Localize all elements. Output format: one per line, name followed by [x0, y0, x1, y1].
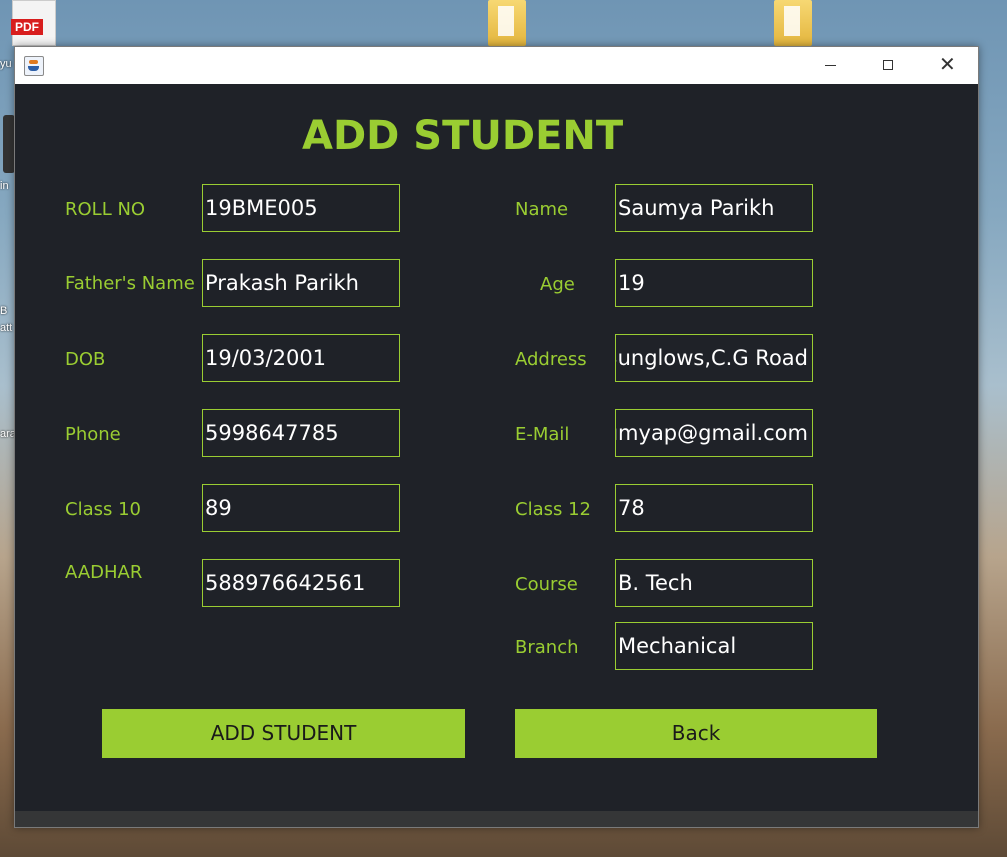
add-student-button[interactable]: ADD STUDENT	[102, 709, 465, 758]
desktop-label: in	[0, 180, 9, 192]
pdf-file-icon[interactable]: PDF	[11, 0, 56, 46]
window-bottom-bar	[15, 811, 978, 827]
phone-field[interactable]: 5998647785	[202, 409, 400, 457]
roll-no-label: ROLL NO	[65, 199, 146, 220]
address-field[interactable]: Bunglows,C.G Road	[615, 334, 813, 382]
name-field[interactable]: Saumya Parikh	[615, 184, 813, 232]
age-label: Age	[540, 274, 575, 295]
email-field[interactable]: aumyap@gmail.com	[615, 409, 813, 457]
close-button[interactable]: ✕	[923, 47, 969, 84]
desktop-label: yu	[0, 58, 12, 70]
aadhar-field[interactable]: 588976642561	[202, 559, 400, 607]
minimize-icon	[825, 65, 836, 66]
fathers-name-field[interactable]: Prakash Parikh	[202, 259, 400, 307]
pdf-label: PDF	[11, 19, 43, 35]
branch-field[interactable]: Mechanical	[615, 622, 813, 670]
desktop-label: att	[0, 322, 13, 334]
title-bar[interactable]: ✕	[15, 47, 978, 84]
email-label: E-Mail	[515, 424, 570, 445]
phone-label: Phone	[65, 424, 121, 445]
close-icon: ✕	[939, 52, 956, 76]
folder-icon[interactable]	[774, 0, 812, 46]
course-field[interactable]: B. Tech	[615, 559, 813, 607]
folder-icon[interactable]	[488, 0, 526, 46]
fathers-name-label: Father's Name	[65, 273, 195, 294]
class-12-field[interactable]: 78	[615, 484, 813, 532]
class-10-field[interactable]: 89	[202, 484, 400, 532]
dob-field[interactable]: 19/03/2001	[202, 334, 400, 382]
aadhar-label: AADHAR	[65, 562, 143, 583]
class-12-label: Class 12	[515, 499, 591, 520]
maximize-button[interactable]	[865, 47, 911, 84]
name-label: Name	[515, 199, 569, 220]
maximize-icon	[883, 60, 893, 70]
branch-label: Branch	[515, 637, 579, 658]
class-10-label: Class 10	[65, 499, 141, 520]
age-field[interactable]: 19	[615, 259, 813, 307]
page-title: ADD STUDENT	[302, 113, 624, 159]
roll-no-field[interactable]: 19BME005	[202, 184, 400, 232]
java-app-icon[interactable]	[24, 56, 44, 76]
form-panel: ADD STUDENT ROLL NO 19BME005 Father's Na…	[15, 84, 978, 811]
course-label: Course	[515, 574, 578, 595]
address-label: Address	[515, 349, 587, 370]
back-button[interactable]: Back	[515, 709, 877, 758]
desktop-label: B	[0, 305, 8, 317]
add-student-window: ✕ ADD STUDENT ROLL NO 19BME005 Father's …	[14, 46, 979, 828]
minimize-button[interactable]	[807, 47, 853, 84]
dob-label: DOB	[65, 349, 106, 370]
